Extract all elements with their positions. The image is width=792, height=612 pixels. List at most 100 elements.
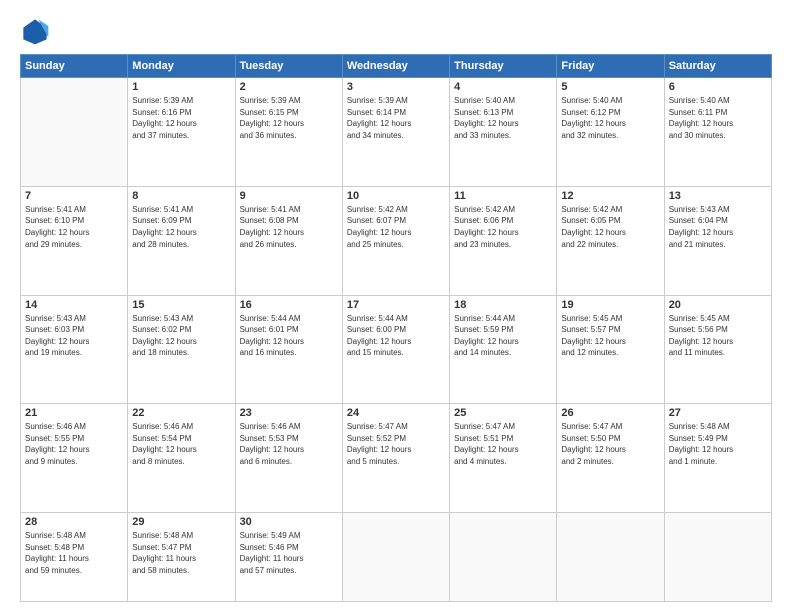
day-number: 3 xyxy=(347,81,445,93)
day-info: Sunrise: 5:39 AM Sunset: 6:15 PM Dayligh… xyxy=(240,95,338,141)
day-cell xyxy=(450,513,557,602)
day-number: 13 xyxy=(669,190,767,202)
day-number: 7 xyxy=(25,190,123,202)
weekday-wednesday: Wednesday xyxy=(342,55,449,78)
day-cell: 13 Sunrise: 5:43 AM Sunset: 6:04 PM Dayli… xyxy=(664,186,771,295)
day-cell xyxy=(557,513,664,602)
day-info: Sunrise: 5:47 AM Sunset: 5:50 PM Dayligh… xyxy=(561,421,659,467)
day-number: 16 xyxy=(240,299,338,311)
day-number: 17 xyxy=(347,299,445,311)
day-number: 21 xyxy=(25,407,123,419)
logo xyxy=(20,16,54,46)
day-cell: 19 Sunrise: 5:45 AM Sunset: 5:57 PM Dayli… xyxy=(557,295,664,404)
day-cell: 8 Sunrise: 5:41 AM Sunset: 6:09 PM Daylig… xyxy=(128,186,235,295)
day-info: Sunrise: 5:40 AM Sunset: 6:13 PM Dayligh… xyxy=(454,95,552,141)
day-number: 4 xyxy=(454,81,552,93)
day-cell xyxy=(664,513,771,602)
day-info: Sunrise: 5:44 AM Sunset: 6:00 PM Dayligh… xyxy=(347,313,445,359)
day-number: 26 xyxy=(561,407,659,419)
day-info: Sunrise: 5:40 AM Sunset: 6:11 PM Dayligh… xyxy=(669,95,767,141)
week-row-4: 21 Sunrise: 5:46 AM Sunset: 5:55 PM Dayli… xyxy=(21,404,772,513)
day-info: Sunrise: 5:46 AM Sunset: 5:55 PM Dayligh… xyxy=(25,421,123,467)
day-number: 15 xyxy=(132,299,230,311)
day-number: 20 xyxy=(669,299,767,311)
day-number: 19 xyxy=(561,299,659,311)
day-cell: 23Sunrise: 5:46 AM Sunset: 5:53 PM Dayli… xyxy=(235,404,342,513)
day-number: 12 xyxy=(561,190,659,202)
day-number: 1 xyxy=(132,81,230,93)
day-number: 8 xyxy=(132,190,230,202)
day-cell: 1 Sunrise: 5:39 AM Sunset: 6:16 PM Daylig… xyxy=(128,78,235,187)
day-info: Sunrise: 5:39 AM Sunset: 6:16 PM Dayligh… xyxy=(132,95,230,141)
day-number: 29 xyxy=(132,516,230,528)
weekday-friday: Friday xyxy=(557,55,664,78)
day-cell xyxy=(21,78,128,187)
day-cell: 18 Sunrise: 5:44 AM Sunset: 5:59 PM Dayli… xyxy=(450,295,557,404)
day-number: 30 xyxy=(240,516,338,528)
weekday-tuesday: Tuesday xyxy=(235,55,342,78)
day-number: 24 xyxy=(347,407,445,419)
day-number: 10 xyxy=(347,190,445,202)
day-info: Sunrise: 5:46 AM Sunset: 5:53 PM Dayligh… xyxy=(240,421,338,467)
day-info: Sunrise: 5:45 AM Sunset: 5:56 PM Dayligh… xyxy=(669,313,767,359)
day-cell: 16 Sunrise: 5:44 AM Sunset: 6:01 PM Dayli… xyxy=(235,295,342,404)
calendar-table: SundayMondayTuesdayWednesdayThursdayFrid… xyxy=(20,54,772,602)
day-cell: 14Sunrise: 5:43 AM Sunset: 6:03 PM Dayli… xyxy=(21,295,128,404)
day-info: Sunrise: 5:43 AM Sunset: 6:02 PM Dayligh… xyxy=(132,313,230,359)
day-cell: 12 Sunrise: 5:42 AM Sunset: 6:05 PM Dayli… xyxy=(557,186,664,295)
day-cell: 17 Sunrise: 5:44 AM Sunset: 6:00 PM Dayli… xyxy=(342,295,449,404)
day-cell: 15 Sunrise: 5:43 AM Sunset: 6:02 PM Dayli… xyxy=(128,295,235,404)
weekday-sunday: Sunday xyxy=(21,55,128,78)
day-number: 28 xyxy=(25,516,123,528)
day-cell: 25 Sunrise: 5:47 AM Sunset: 5:51 PM Dayli… xyxy=(450,404,557,513)
day-info: Sunrise: 5:40 AM Sunset: 6:12 PM Dayligh… xyxy=(561,95,659,141)
day-cell: 10 Sunrise: 5:42 AM Sunset: 6:07 PM Dayli… xyxy=(342,186,449,295)
day-cell: 22Sunrise: 5:46 AM Sunset: 5:54 PM Dayli… xyxy=(128,404,235,513)
day-info: Sunrise: 5:41 AM Sunset: 6:09 PM Dayligh… xyxy=(132,204,230,250)
day-info: Sunrise: 5:44 AM Sunset: 5:59 PM Dayligh… xyxy=(454,313,552,359)
day-cell: 30 Sunrise: 5:49 AM Sunset: 5:46 PM Dayli… xyxy=(235,513,342,602)
day-cell: 27Sunrise: 5:48 AM Sunset: 5:49 PM Dayli… xyxy=(664,404,771,513)
day-number: 5 xyxy=(561,81,659,93)
day-cell: 7 Sunrise: 5:41 AM Sunset: 6:10 PM Daylig… xyxy=(21,186,128,295)
day-cell: 24 Sunrise: 5:47 AM Sunset: 5:52 PM Dayli… xyxy=(342,404,449,513)
day-number: 2 xyxy=(240,81,338,93)
weekday-saturday: Saturday xyxy=(664,55,771,78)
day-info: Sunrise: 5:42 AM Sunset: 6:07 PM Dayligh… xyxy=(347,204,445,250)
week-row-3: 14Sunrise: 5:43 AM Sunset: 6:03 PM Dayli… xyxy=(21,295,772,404)
day-number: 25 xyxy=(454,407,552,419)
day-cell: 28Sunrise: 5:48 AM Sunset: 5:48 PM Dayli… xyxy=(21,513,128,602)
day-cell: 9Sunrise: 5:41 AM Sunset: 6:08 PM Daylig… xyxy=(235,186,342,295)
day-info: Sunrise: 5:47 AM Sunset: 5:51 PM Dayligh… xyxy=(454,421,552,467)
day-info: Sunrise: 5:47 AM Sunset: 5:52 PM Dayligh… xyxy=(347,421,445,467)
day-info: Sunrise: 5:41 AM Sunset: 6:10 PM Dayligh… xyxy=(25,204,123,250)
day-cell: 26 Sunrise: 5:47 AM Sunset: 5:50 PM Dayli… xyxy=(557,404,664,513)
day-info: Sunrise: 5:43 AM Sunset: 6:03 PM Dayligh… xyxy=(25,313,123,359)
day-info: Sunrise: 5:44 AM Sunset: 6:01 PM Dayligh… xyxy=(240,313,338,359)
day-cell: 20 Sunrise: 5:45 AM Sunset: 5:56 PM Dayli… xyxy=(664,295,771,404)
day-number: 9 xyxy=(240,190,338,202)
day-cell: 11 Sunrise: 5:42 AM Sunset: 6:06 PM Dayli… xyxy=(450,186,557,295)
week-row-1: 1 Sunrise: 5:39 AM Sunset: 6:16 PM Daylig… xyxy=(21,78,772,187)
day-info: Sunrise: 5:49 AM Sunset: 5:46 PM Dayligh… xyxy=(240,530,338,576)
day-number: 18 xyxy=(454,299,552,311)
page: SundayMondayTuesdayWednesdayThursdayFrid… xyxy=(0,0,792,612)
day-number: 6 xyxy=(669,81,767,93)
day-info: Sunrise: 5:39 AM Sunset: 6:14 PM Dayligh… xyxy=(347,95,445,141)
weekday-thursday: Thursday xyxy=(450,55,557,78)
day-info: Sunrise: 5:42 AM Sunset: 6:06 PM Dayligh… xyxy=(454,204,552,250)
day-info: Sunrise: 5:48 AM Sunset: 5:47 PM Dayligh… xyxy=(132,530,230,576)
day-info: Sunrise: 5:42 AM Sunset: 6:05 PM Dayligh… xyxy=(561,204,659,250)
day-number: 11 xyxy=(454,190,552,202)
header xyxy=(20,16,772,46)
day-info: Sunrise: 5:48 AM Sunset: 5:49 PM Dayligh… xyxy=(669,421,767,467)
day-cell: 3 Sunrise: 5:39 AM Sunset: 6:14 PM Daylig… xyxy=(342,78,449,187)
day-cell: 4 Sunrise: 5:40 AM Sunset: 6:13 PM Daylig… xyxy=(450,78,557,187)
day-info: Sunrise: 5:45 AM Sunset: 5:57 PM Dayligh… xyxy=(561,313,659,359)
week-row-5: 28Sunrise: 5:48 AM Sunset: 5:48 PM Dayli… xyxy=(21,513,772,602)
day-cell: 29 Sunrise: 5:48 AM Sunset: 5:47 PM Dayli… xyxy=(128,513,235,602)
day-cell: 5 Sunrise: 5:40 AM Sunset: 6:12 PM Daylig… xyxy=(557,78,664,187)
day-info: Sunrise: 5:43 AM Sunset: 6:04 PM Dayligh… xyxy=(669,204,767,250)
logo-icon xyxy=(20,16,50,46)
weekday-header-row: SundayMondayTuesdayWednesdayThursdayFrid… xyxy=(21,55,772,78)
